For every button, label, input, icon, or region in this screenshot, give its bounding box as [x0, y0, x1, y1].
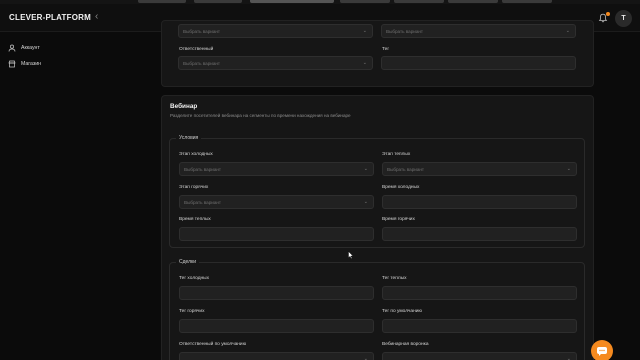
group-legend: Сделки — [176, 259, 200, 265]
browser-tab[interactable] — [138, 0, 186, 3]
user-icon — [8, 44, 16, 52]
field-label: Время горячих — [382, 217, 415, 222]
browser-tab[interactable] — [340, 0, 390, 3]
sidebar-item-store[interactable]: Магазин — [8, 58, 41, 70]
field-label: Ответственный по умолчанию — [179, 342, 247, 347]
warm-time-input[interactable] — [179, 227, 374, 241]
field-label: Тег теплых — [382, 276, 407, 281]
chat-icon — [597, 347, 607, 356]
field-label: Время теплых — [179, 217, 211, 222]
conditions-group: Условия Этап холодных Выбрать вариант ⌄ … — [169, 135, 585, 248]
cold-time-input[interactable] — [382, 195, 577, 209]
chevron-down-icon: ⌄ — [363, 198, 368, 205]
sidebar-item-label: Аккаунт — [21, 45, 40, 51]
field-label: Этап горячих — [179, 185, 209, 190]
shop-icon — [8, 60, 16, 68]
chevron-down-icon: ⌄ — [363, 165, 368, 172]
deals-group: Сделки Тег холодных Тег теплых Тег горяч… — [169, 259, 585, 360]
chevron-down-icon: ⌄ — [362, 59, 367, 66]
chevron-down-icon: ⌄ — [362, 27, 367, 34]
section-subtitle: Разделите посетителей вебинара на сегмен… — [170, 113, 351, 118]
responsible-select[interactable]: Выбрать вариант ⌄ — [178, 56, 373, 70]
default-tag-input[interactable] — [382, 319, 577, 333]
browser-tab[interactable] — [194, 0, 242, 3]
previous-section-card: Выбрать вариант ⌄ Выбрать вариант ⌄ Отве… — [161, 20, 594, 87]
field-label: Ответственный — [179, 47, 214, 52]
field-label: Этап теплых — [382, 152, 411, 157]
chevron-down-icon: ⌄ — [363, 355, 368, 360]
field-label: Тег по умолчанию — [382, 309, 423, 314]
tag-input[interactable] — [381, 56, 576, 70]
webinar-funnel-select[interactable]: ⌄ — [382, 352, 577, 360]
warm-stage-select[interactable]: Выбрать вариант ⌄ — [382, 162, 577, 176]
select-field[interactable]: Выбрать вариант ⌄ — [381, 24, 576, 38]
sidebar: Аккаунт Магазин — [0, 33, 160, 360]
default-responsible-select[interactable]: ⌄ — [179, 352, 374, 360]
sidebar-item-label: Магазин — [21, 61, 42, 67]
select-field[interactable]: Выбрать вариант ⌄ — [178, 24, 373, 38]
warm-tag-input[interactable] — [382, 286, 577, 300]
browser-tab[interactable] — [502, 0, 552, 3]
notification-badge — [606, 12, 610, 16]
section-title: Вебинар — [170, 103, 198, 110]
hot-stage-select[interactable]: Выбрать вариант ⌄ — [179, 195, 374, 209]
field-label: Этап холодных — [179, 152, 213, 157]
group-legend: Условия — [176, 135, 202, 141]
cold-stage-select[interactable]: Выбрать вариант ⌄ — [179, 162, 374, 176]
mouse-cursor-icon — [348, 251, 354, 259]
browser-tab[interactable] — [448, 0, 498, 3]
cold-tag-input[interactable] — [179, 286, 374, 300]
field-label: Тег — [382, 47, 390, 52]
browser-tab[interactable] — [394, 0, 444, 3]
avatar[interactable]: T — [615, 10, 632, 27]
field-label: Тег холодных — [179, 276, 210, 281]
chevron-left-icon[interactable]: ‹ — [95, 11, 98, 22]
chevron-down-icon: ⌄ — [566, 165, 571, 172]
chevron-down-icon: ⌄ — [565, 27, 570, 34]
chevron-down-icon: ⌄ — [566, 355, 571, 360]
field-label: Вебинарная воронка — [382, 342, 429, 347]
field-label: Тег горячих — [179, 309, 205, 314]
field-label: Время холодных — [382, 185, 420, 190]
hot-tag-input[interactable] — [179, 319, 374, 333]
brand-logo[interactable]: CLEVER-PLATFORM — [9, 13, 91, 22]
chat-fab-button[interactable] — [591, 340, 613, 360]
browser-tab-active[interactable] — [250, 0, 334, 3]
webinar-card: Вебинар Разделите посетителей вебинара н… — [161, 95, 594, 360]
hot-time-input[interactable] — [382, 227, 577, 241]
sidebar-item-account[interactable]: Аккаунт — [8, 42, 40, 54]
